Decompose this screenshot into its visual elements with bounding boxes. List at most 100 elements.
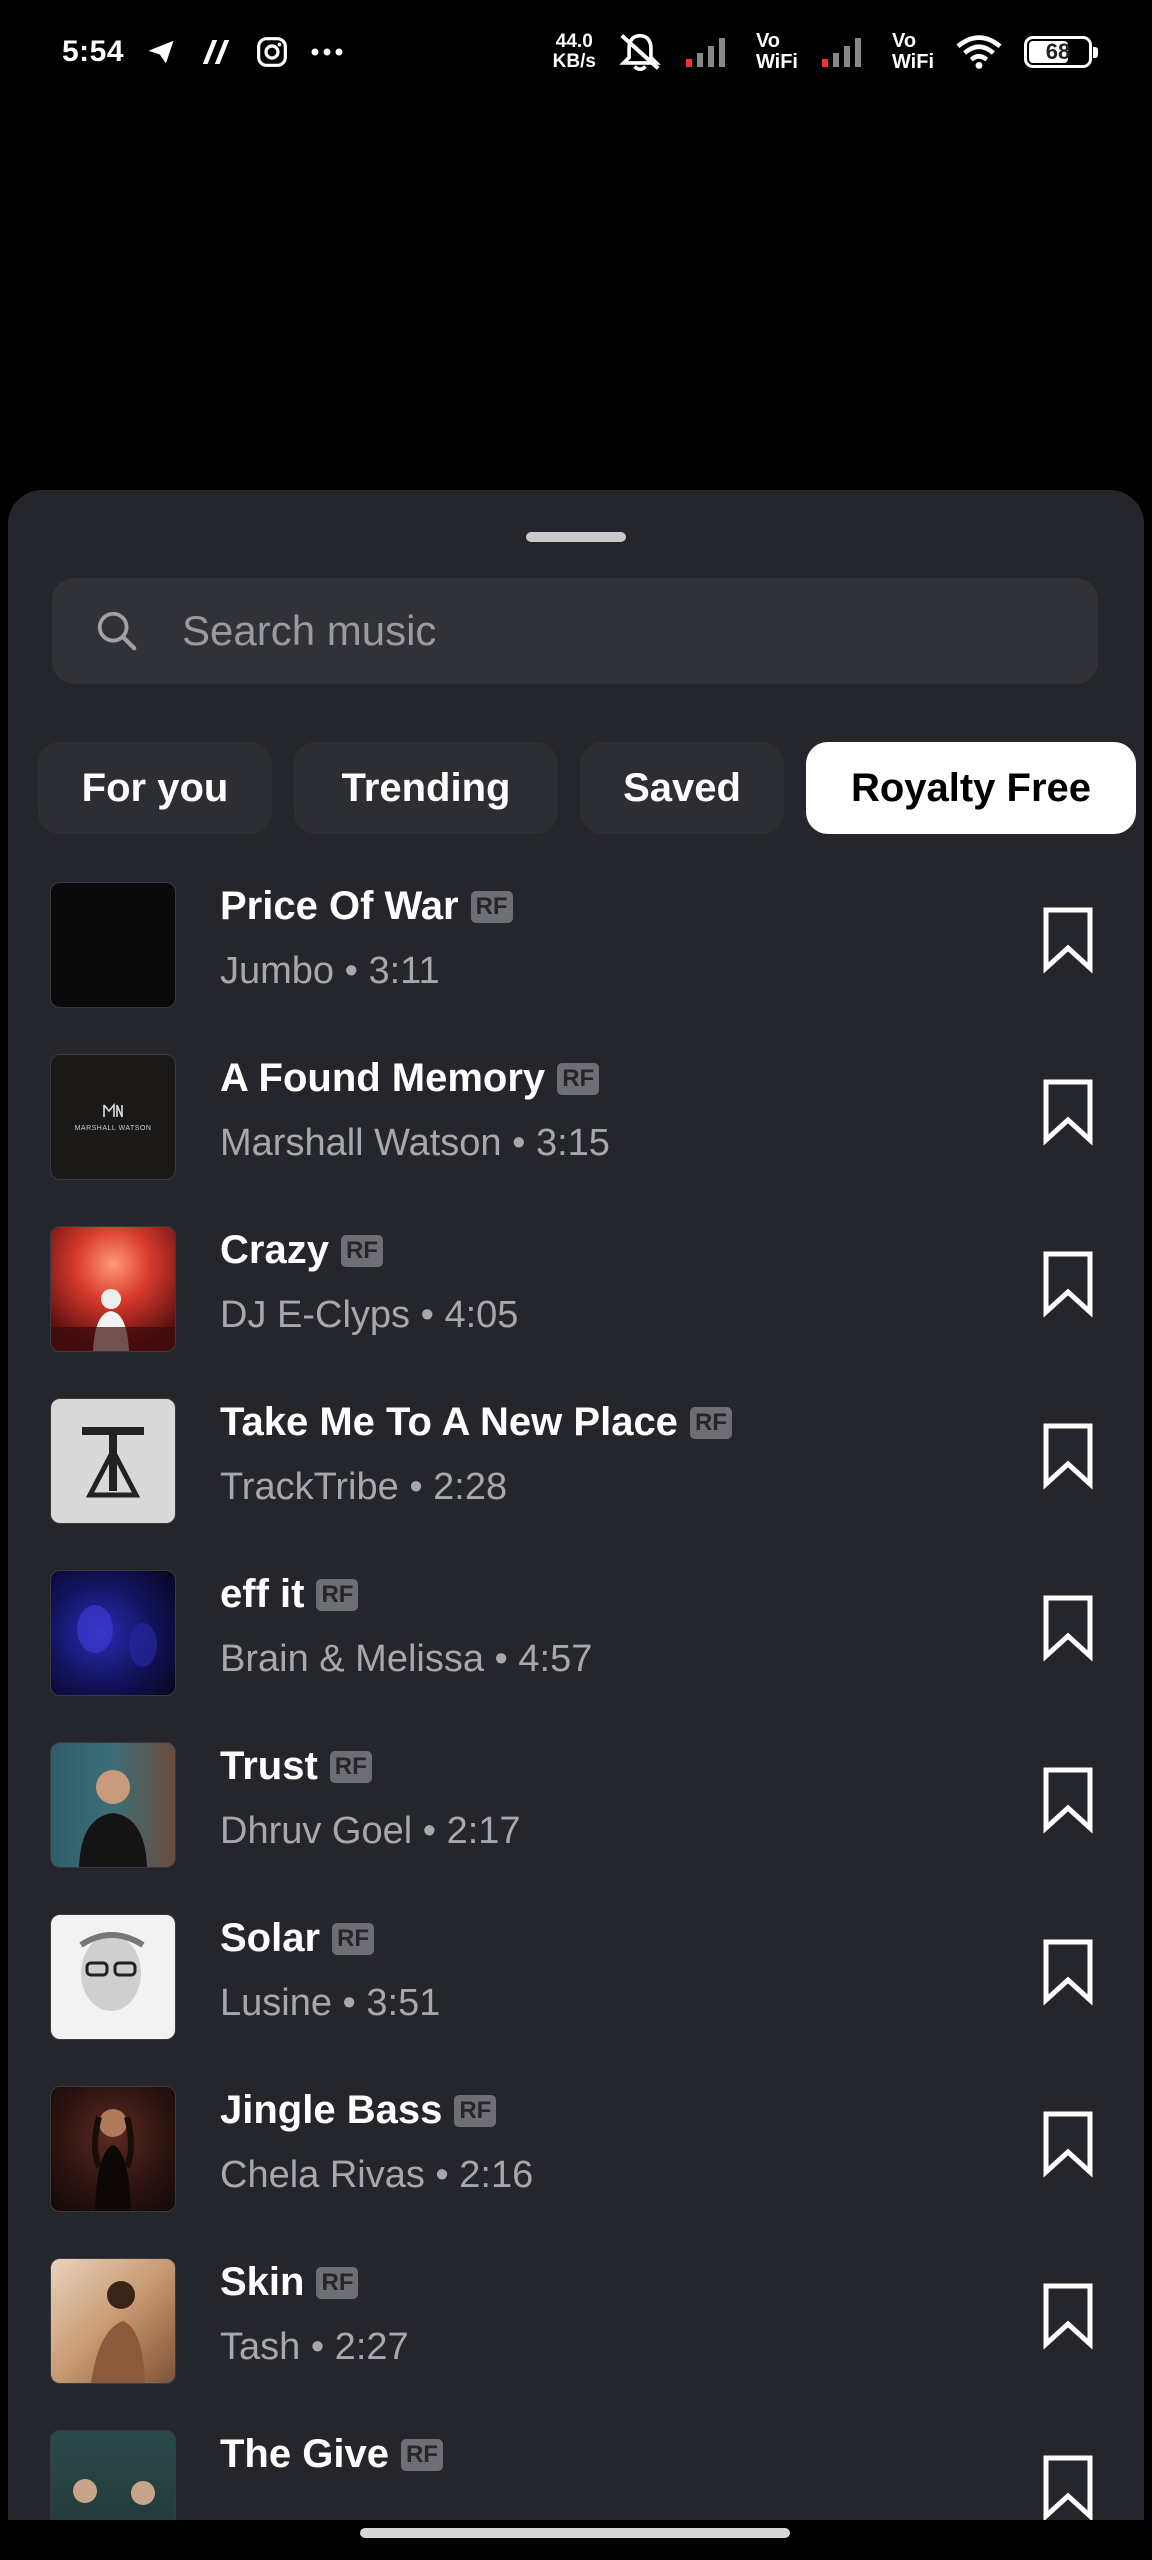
royalty-free-badge: RF	[340, 1234, 383, 1267]
bookmark-icon[interactable]	[1038, 1594, 1098, 1662]
royalty-free-badge: RF	[470, 890, 513, 923]
royalty-free-badge: RF	[316, 2266, 359, 2299]
signal-icon	[684, 35, 734, 69]
faces-silhouette	[77, 1605, 157, 1667]
bookmark-icon[interactable]	[1038, 1766, 1098, 1834]
bookmark-icon[interactable]	[1038, 1078, 1098, 1146]
track-title: eff it	[220, 1572, 305, 1616]
track-title: The Give	[220, 2432, 389, 2476]
track-meta: Dhruv Goel • 2:17	[220, 1810, 521, 1852]
royalty-free-badge: RF	[329, 1750, 372, 1783]
track-title-row: The Give RF	[220, 2432, 443, 2477]
more-dots-icon	[310, 47, 344, 57]
status-bar-left: 5:54	[62, 35, 344, 69]
tab-royalty-free[interactable]: Royalty Free	[806, 742, 1136, 834]
category-tabs: For you Trending Saved Royalty Free	[38, 742, 1136, 834]
track-meta: Chela Rivas • 2:16	[220, 2154, 534, 2196]
search-bar[interactable]	[52, 578, 1098, 684]
tab-saved[interactable]: Saved	[580, 742, 784, 834]
vowifi-top: Vo	[755, 30, 781, 52]
bookmark-icon[interactable]	[1038, 2454, 1098, 2520]
track-title: Take Me To A New Place	[220, 1400, 678, 1444]
face-sketch	[79, 1932, 145, 2011]
royalty-free-badge: RF	[557, 1062, 600, 1095]
track-title: A Found Memory	[220, 1056, 546, 1100]
person-silhouette	[79, 1770, 147, 1867]
track-title-row: Skin RF	[220, 2260, 359, 2305]
home-indicator[interactable]	[360, 2528, 790, 2538]
track-meta: TrackTribe • 2:28	[220, 1466, 508, 1508]
track-title-row: Jingle Bass RF	[220, 2088, 497, 2133]
bookmark-icon[interactable]	[1038, 2282, 1098, 2350]
track-title-row: Solar RF	[220, 1916, 375, 1961]
track-title-row: Trust RF	[220, 1744, 372, 1789]
group-silhouette	[73, 2479, 155, 2520]
royalty-free-badge: RF	[332, 1922, 375, 1955]
track-title: Crazy	[220, 1228, 329, 1272]
track-title-row: Crazy RF	[220, 1228, 383, 1273]
track-meta: Tash • 2:27	[220, 2326, 409, 2368]
royalty-free-badge: RF	[454, 2094, 497, 2127]
woman-sitting-silhouette	[91, 2281, 145, 2383]
music-picker-sheet: For you Trending Saved Royalty Free Pric…	[8, 490, 1144, 2520]
telegram-icon	[146, 37, 176, 67]
album-cover	[50, 2086, 176, 2212]
clock: 5:54	[62, 35, 125, 68]
track-row[interactable]: eff it RF Brain & Melissa • 4:57	[8, 1560, 1144, 1732]
track-row[interactable]: Crazy RF DJ E-Clyps • 4:05	[8, 1216, 1144, 1388]
network-speed: 44.0 KB/s	[553, 32, 596, 72]
network-speed-unit: KB/s	[552, 51, 596, 72]
track-meta: Jumbo • 3:11	[220, 950, 440, 992]
bookmark-icon[interactable]	[1038, 2110, 1098, 2178]
track-row[interactable]: Skin RF Tash • 2:27	[8, 2248, 1144, 2420]
monogram-icon	[103, 1102, 123, 1117]
woman-silhouette	[92, 2109, 134, 2211]
mute-icon	[618, 32, 662, 72]
dj-silhouette	[51, 1289, 175, 1351]
search-input[interactable]	[180, 606, 1064, 656]
track-row[interactable]: Take Me To A New Place RF TrackTribe • 2…	[8, 1388, 1144, 1560]
vowifi-top: Vo	[891, 30, 917, 52]
bookmark-icon[interactable]	[1038, 906, 1098, 974]
track-title: Price Of War	[220, 884, 459, 928]
royalty-free-badge: RF	[316, 1578, 359, 1611]
track-title-row: Price Of War RF	[220, 884, 513, 929]
status-bar: 5:54 44.0 KB/s Vo WiFi Vo WiFi 68	[0, 0, 1152, 104]
bookmark-icon[interactable]	[1038, 1250, 1098, 1318]
album-cover-text: MARSHALL WATSON	[74, 1124, 152, 1132]
vowifi-label: Vo WiFi	[892, 31, 934, 73]
battery-level: 68	[1045, 39, 1071, 64]
status-bar-right: 44.0 KB/s Vo WiFi Vo WiFi 68	[553, 31, 1098, 73]
track-row[interactable]: MARSHALL WATSON A Found Memory RF Marsha…	[8, 1044, 1144, 1216]
album-cover	[50, 1742, 176, 1868]
track-title: Trust	[220, 1744, 318, 1788]
album-cover	[50, 1914, 176, 2040]
network-speed-value: 44.0	[555, 31, 593, 52]
tab-trending[interactable]: Trending	[294, 742, 558, 834]
track-title-row: Take Me To A New Place RF	[220, 1400, 732, 1445]
track-title: Solar	[220, 1916, 321, 1960]
tracktribe-logo-icon	[82, 1427, 144, 1498]
track-list: Price Of War RF Jumbo • 3:11 MARSHALL WA…	[8, 872, 1144, 2520]
royalty-free-badge: RF	[689, 1406, 732, 1439]
bookmark-icon[interactable]	[1038, 1938, 1098, 2006]
track-row[interactable]: Price Of War RF Jumbo • 3:11	[8, 872, 1144, 1044]
track-row[interactable]: Trust RF Dhruv Goel • 2:17	[8, 1732, 1144, 1904]
track-meta: Brain & Melissa • 4:57	[220, 1638, 593, 1680]
app-icon	[198, 37, 234, 67]
bookmark-icon[interactable]	[1038, 1422, 1098, 1490]
album-cover	[50, 882, 176, 1008]
royalty-free-badge: RF	[400, 2438, 443, 2471]
track-row[interactable]: Jingle Bass RF Chela Rivas • 2:16	[8, 2076, 1144, 2248]
battery-icon: 68	[1024, 36, 1098, 68]
track-row[interactable]: The Give RF	[8, 2420, 1144, 2520]
tab-for-you[interactable]: For you	[38, 742, 272, 834]
track-title: Jingle Bass	[220, 2088, 443, 2132]
track-title-row: A Found Memory RF	[220, 1056, 600, 1101]
vowifi-label: Vo WiFi	[756, 31, 798, 73]
track-row[interactable]: Solar RF Lusine • 3:51	[8, 1904, 1144, 2076]
vowifi-bottom: WiFi	[755, 51, 798, 73]
track-meta: Lusine • 3:51	[220, 1982, 441, 2024]
drag-handle[interactable]	[526, 532, 626, 542]
vowifi-bottom: WiFi	[891, 51, 934, 73]
